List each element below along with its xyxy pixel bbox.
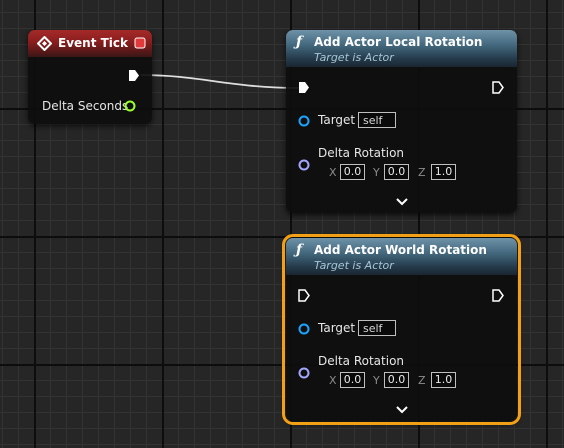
function-icon: ƒ <box>296 34 303 50</box>
x-label: X <box>329 374 337 387</box>
event-diamond-icon <box>37 36 52 51</box>
chevron-down-icon[interactable] <box>396 198 408 206</box>
exec-wire[interactable] <box>140 74 300 89</box>
add-actor-local-rotation-node[interactable]: ƒ Add Actor Local Rotation Target is Act… <box>286 30 517 213</box>
local-rotation-header[interactable]: ƒ Add Actor Local Rotation Target is Act… <box>286 30 517 67</box>
x-label: X <box>329 166 337 179</box>
stop-square-icon <box>134 37 146 49</box>
exec-out-pin[interactable] <box>492 81 504 94</box>
local-rotation-subtitle: Target is Actor <box>314 51 394 64</box>
world-rotation-subtitle: Target is Actor <box>314 259 394 272</box>
exec-out-pin[interactable] <box>492 289 504 302</box>
target-pin[interactable] <box>298 323 310 335</box>
target-field[interactable]: self <box>358 320 396 336</box>
chevron-down-icon[interactable] <box>396 406 408 414</box>
z-label: Z <box>418 374 426 387</box>
target-field[interactable]: self <box>358 112 396 128</box>
delta-rotation-label: Delta Rotation <box>318 146 405 160</box>
z-field[interactable]: 1.0 <box>431 372 456 388</box>
delta-rotation-pin[interactable] <box>298 367 310 379</box>
local-rotation-title: Add Actor Local Rotation <box>314 35 483 49</box>
event-tick-header[interactable]: Event Tick <box>28 30 152 57</box>
delta-rotation-pin[interactable] <box>298 159 310 171</box>
z-label: Z <box>418 166 426 179</box>
y-label: Y <box>373 166 380 179</box>
x-field[interactable]: 0.0 <box>340 372 365 388</box>
world-rotation-title: Add Actor World Rotation <box>314 243 487 257</box>
y-field[interactable]: 0.0 <box>384 372 409 388</box>
delta-rotation-label: Delta Rotation <box>318 354 405 368</box>
delta-seconds-label: Delta Seconds <box>42 99 129 113</box>
target-pin[interactable] <box>298 115 310 127</box>
function-icon: ƒ <box>296 242 303 258</box>
y-field[interactable]: 0.0 <box>384 164 409 180</box>
exec-out-pin[interactable] <box>128 69 140 82</box>
world-rotation-header[interactable]: ƒ Add Actor World Rotation Target is Act… <box>286 238 517 275</box>
target-label: Target <box>318 113 356 127</box>
event-tick-node[interactable]: Event Tick Delta Seconds <box>28 30 152 124</box>
add-actor-world-rotation-node[interactable]: ƒ Add Actor World Rotation Target is Act… <box>282 234 521 425</box>
exec-in-pin[interactable] <box>298 81 310 94</box>
blueprint-graph-canvas[interactable]: Event Tick Delta Seconds ƒ Add Actor Loc… <box>0 0 564 448</box>
event-tick-title: Event Tick <box>58 36 129 50</box>
target-label: Target <box>318 321 356 335</box>
delta-seconds-pin[interactable] <box>124 100 136 112</box>
exec-in-pin[interactable] <box>298 289 310 302</box>
z-field[interactable]: 1.0 <box>431 164 456 180</box>
x-field[interactable]: 0.0 <box>340 164 365 180</box>
y-label: Y <box>373 374 380 387</box>
